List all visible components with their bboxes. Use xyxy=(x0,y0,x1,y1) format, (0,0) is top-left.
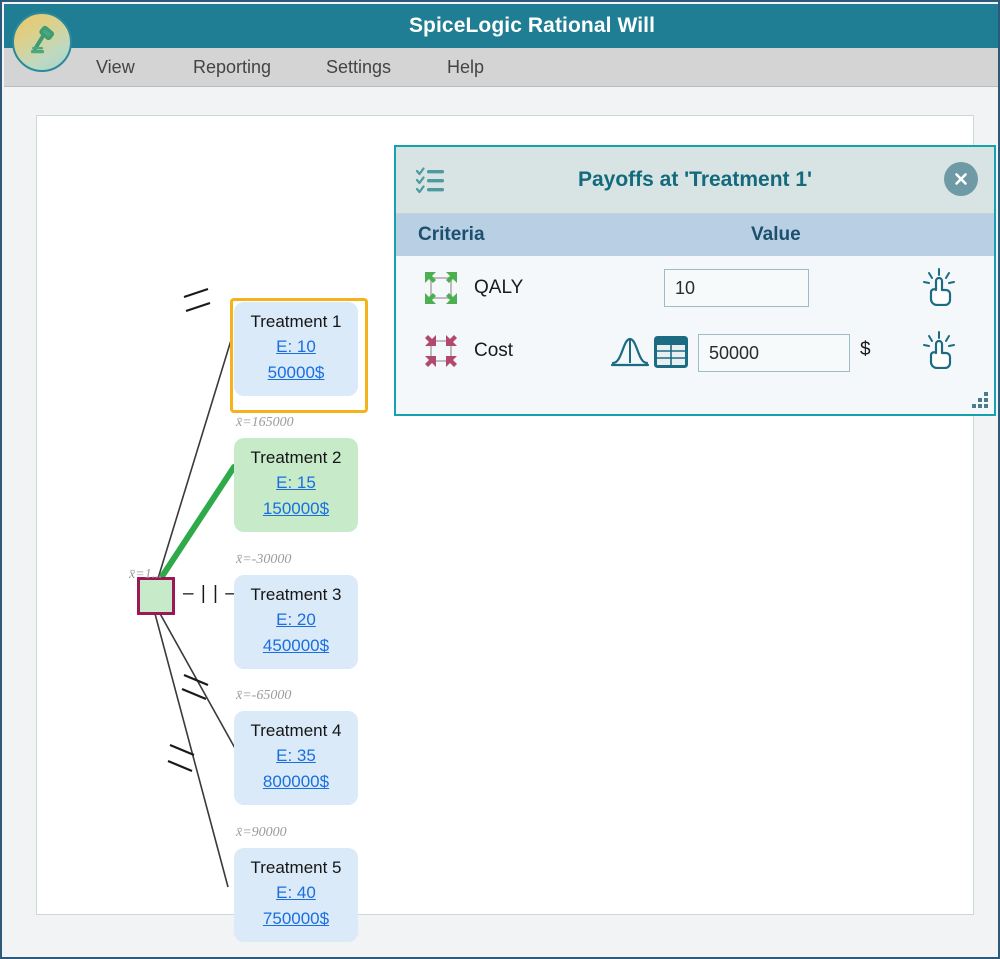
node-e-value[interactable]: E: 35 xyxy=(248,743,344,769)
title-bar: SpiceLogic Rational Will xyxy=(4,4,998,48)
node-e-value[interactable]: E: 40 xyxy=(248,880,344,906)
tree-node-treatment-4[interactable]: Treatment 4 E: 35 800000$ xyxy=(234,711,358,805)
node-label: Treatment 5 xyxy=(250,858,342,877)
node-label: Treatment 3 xyxy=(250,585,342,604)
edge-to-treatment-2 xyxy=(158,464,237,581)
edge-label-treatment-1: x̄=165000 xyxy=(236,415,294,430)
payoff-criteria-name-qaly: QALY xyxy=(474,277,524,298)
node-cost-value[interactable]: 800000$ xyxy=(248,769,344,795)
edge-label-treatment-2: x̄=-30000 xyxy=(236,552,292,567)
node-cost-value[interactable]: 150000$ xyxy=(248,496,344,522)
payoffs-rows: QALY 10 Cost 50000 $ xyxy=(396,256,994,382)
edge-mark xyxy=(185,301,211,313)
tree-node-treatment-5[interactable]: Treatment 5 E: 40 750000$ xyxy=(234,848,358,942)
window-title: SpiceLogic Rational Will xyxy=(408,14,656,37)
payoff-row-qaly: QALY xyxy=(396,256,994,319)
tree-node-treatment-3[interactable]: Treatment 3 E: 20 450000$ xyxy=(234,575,358,669)
bell-curve-icon[interactable] xyxy=(610,335,650,369)
branch-pause-marker: – | | – xyxy=(183,583,237,604)
payoff-row-cost: Cost $ xyxy=(396,319,994,382)
payoffs-panel-title: Payoffs at 'Treatment 1' xyxy=(577,168,813,191)
menu-item-reporting[interactable]: Reporting xyxy=(193,48,271,86)
edge-to-treatment-5 xyxy=(153,609,229,888)
menu-item-view[interactable]: View xyxy=(96,48,135,86)
node-cost-value[interactable]: 450000$ xyxy=(248,633,344,659)
resize-grip-icon[interactable] xyxy=(971,391,989,409)
payoffs-panel: Payoffs at 'Treatment 1' Criteria Value xyxy=(394,145,996,416)
node-cost-value[interactable]: 50000$ xyxy=(248,360,344,386)
node-e-value[interactable]: E: 10 xyxy=(248,334,344,360)
column-header-criteria: Criteria xyxy=(418,224,485,245)
click-hand-icon-qaly[interactable] xyxy=(922,268,956,306)
node-label: Treatment 1 xyxy=(250,312,342,331)
click-hand-icon-cost[interactable] xyxy=(922,331,956,369)
edge-label-treatment-3: x̄=-65000 xyxy=(236,688,292,703)
edge-mark xyxy=(167,759,193,773)
app-logo[interactable] xyxy=(12,12,72,72)
tree-node-treatment-1[interactable]: Treatment 1 E: 10 50000$ xyxy=(234,302,358,396)
edge-mark xyxy=(183,287,209,299)
payoffs-panel-header: Payoffs at 'Treatment 1' xyxy=(396,147,994,214)
qaly-value-input[interactable] xyxy=(664,269,809,307)
collapse-arrows-icon xyxy=(425,335,457,367)
application-window: SpiceLogic Rational Will View Reporting … xyxy=(0,0,1000,959)
close-icon xyxy=(955,173,967,185)
expand-arrows-icon xyxy=(425,272,457,304)
menu-item-settings[interactable]: Settings xyxy=(326,48,391,86)
edge-label-treatment-4: x̄=90000 xyxy=(236,825,287,840)
tree-node-treatment-2[interactable]: Treatment 2 E: 15 150000$ xyxy=(234,438,358,532)
node-e-value[interactable]: E: 20 xyxy=(248,607,344,633)
gavel-icon xyxy=(31,25,55,54)
node-e-value[interactable]: E: 15 xyxy=(248,470,344,496)
table-grid-icon[interactable] xyxy=(654,336,688,368)
node-label: Treatment 2 xyxy=(250,448,342,467)
cost-value-input[interactable] xyxy=(698,334,850,372)
node-label: Treatment 4 xyxy=(250,721,342,740)
payoffs-column-headers: Criteria Value xyxy=(396,214,994,256)
cost-unit-label: $ xyxy=(860,339,871,360)
node-cost-value[interactable]: 750000$ xyxy=(248,906,344,932)
payoff-criteria-name-cost: Cost xyxy=(474,340,514,361)
edge-to-treatment-1 xyxy=(155,336,233,586)
root-expected-value-label: x̄=1... xyxy=(129,567,163,582)
column-header-value: Value xyxy=(751,224,801,245)
menu-item-help[interactable]: Help xyxy=(447,48,484,86)
close-button[interactable] xyxy=(944,162,978,196)
menu-bar: View Reporting Settings Help xyxy=(4,48,998,87)
edge-mark xyxy=(183,673,209,687)
